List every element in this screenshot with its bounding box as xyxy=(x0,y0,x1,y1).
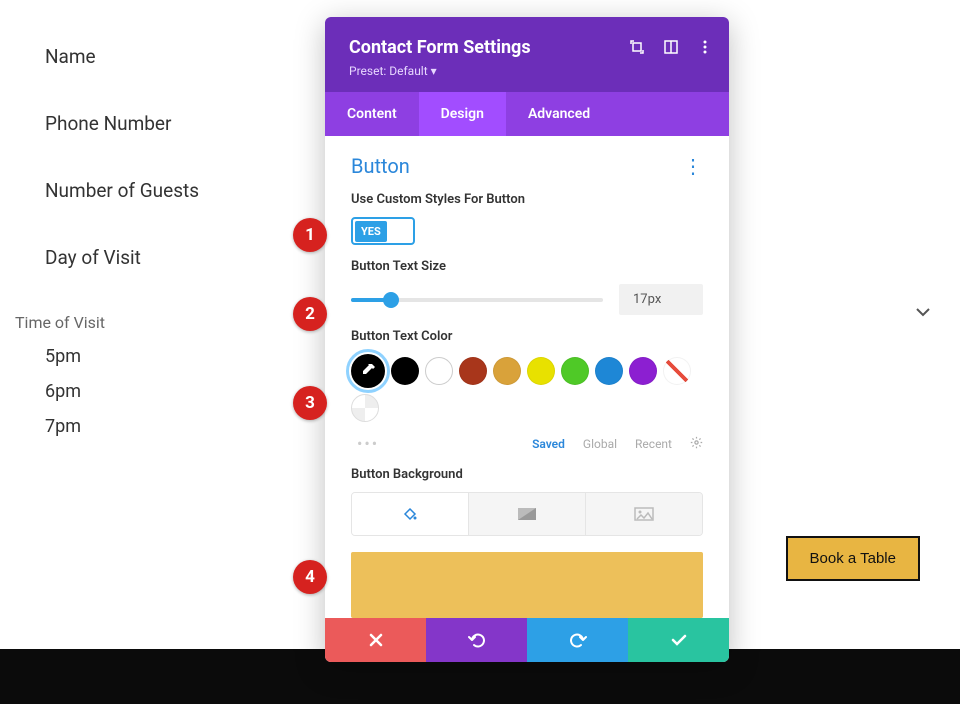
background-form: Name Phone Number Number of Guests Day o… xyxy=(15,25,315,451)
panel-body: Button ⋮ Use Custom Styles For Button YE… xyxy=(325,136,729,618)
settings-panel: Contact Form Settings Preset: Default ▾ … xyxy=(325,17,729,662)
time-option-6pm[interactable]: 6pm xyxy=(45,381,315,402)
button-background-label: Button Background xyxy=(351,467,703,482)
redo-button[interactable] xyxy=(527,618,628,662)
tab-advanced[interactable]: Advanced xyxy=(506,92,612,136)
color-swatch-none[interactable] xyxy=(663,357,691,385)
background-preview[interactable] xyxy=(351,552,703,618)
bg-tab-fill[interactable] xyxy=(352,493,469,535)
color-tab-saved[interactable]: Saved xyxy=(532,437,565,451)
text-size-value[interactable]: 17px xyxy=(619,284,703,315)
tabs: Content Design Advanced xyxy=(325,92,729,136)
text-color-label: Button Text Color xyxy=(351,329,703,344)
undo-button[interactable] xyxy=(426,618,527,662)
more-menu-icon[interactable] xyxy=(697,39,713,55)
color-swatch-green[interactable] xyxy=(561,357,589,385)
bg-tab-gradient[interactable] xyxy=(469,493,586,535)
color-tab-recent[interactable]: Recent xyxy=(635,437,672,451)
color-swatch-yellow[interactable] xyxy=(527,357,555,385)
background-type-tabs xyxy=(351,492,703,536)
custom-styles-toggle[interactable]: YES xyxy=(351,217,415,245)
more-colors-icon[interactable]: ••• xyxy=(351,434,514,453)
book-table-button[interactable]: Book a Table xyxy=(786,536,920,581)
toggle-knob xyxy=(391,222,411,240)
color-settings-icon[interactable] xyxy=(690,436,703,452)
color-swatches xyxy=(351,354,703,422)
color-swatch-darkred[interactable] xyxy=(459,357,487,385)
color-picker-eyedropper[interactable] xyxy=(351,354,385,388)
time-of-visit-label: Time of Visit xyxy=(15,313,315,332)
section-menu-icon[interactable]: ⋮ xyxy=(683,154,703,178)
save-button[interactable] xyxy=(628,618,729,662)
color-swatch-blue[interactable] xyxy=(595,357,623,385)
color-swatch-black[interactable] xyxy=(391,357,419,385)
slider-thumb[interactable] xyxy=(383,292,399,308)
time-option-5pm[interactable]: 5pm xyxy=(45,346,315,367)
text-size-label: Button Text Size xyxy=(351,259,703,274)
section-title[interactable]: Button xyxy=(351,154,410,178)
text-size-slider[interactable] xyxy=(351,298,603,302)
layout-icon[interactable] xyxy=(663,39,679,55)
custom-styles-label: Use Custom Styles For Button xyxy=(351,192,703,207)
dropdown-caret-icon[interactable] xyxy=(916,302,930,321)
annotation-marker-3: 3 xyxy=(293,386,327,420)
panel-header: Contact Form Settings Preset: Default ▾ xyxy=(325,17,729,92)
field-name[interactable]: Name xyxy=(45,45,315,68)
color-swatch-gold[interactable] xyxy=(493,357,521,385)
cancel-button[interactable] xyxy=(325,618,426,662)
toggle-yes-label: YES xyxy=(355,221,387,242)
field-day[interactable]: Day of Visit xyxy=(45,246,315,269)
color-swatch-white[interactable] xyxy=(425,357,453,385)
annotation-marker-1: 1 xyxy=(293,218,327,252)
expand-icon[interactable] xyxy=(629,39,645,55)
field-guests[interactable]: Number of Guests xyxy=(45,179,315,202)
color-tab-global[interactable]: Global xyxy=(583,437,617,451)
preset-selector[interactable]: Preset: Default ▾ xyxy=(349,64,705,78)
annotation-marker-2: 2 xyxy=(293,297,327,331)
color-swatch-transparent[interactable] xyxy=(351,394,379,422)
tab-content[interactable]: Content xyxy=(325,92,419,136)
annotation-marker-4: 4 xyxy=(293,560,327,594)
color-swatch-purple[interactable] xyxy=(629,357,657,385)
tab-design[interactable]: Design xyxy=(419,92,506,136)
bg-tab-image[interactable] xyxy=(586,493,702,535)
field-phone[interactable]: Phone Number xyxy=(45,112,315,135)
action-bar xyxy=(325,618,729,662)
time-option-7pm[interactable]: 7pm xyxy=(45,416,315,437)
